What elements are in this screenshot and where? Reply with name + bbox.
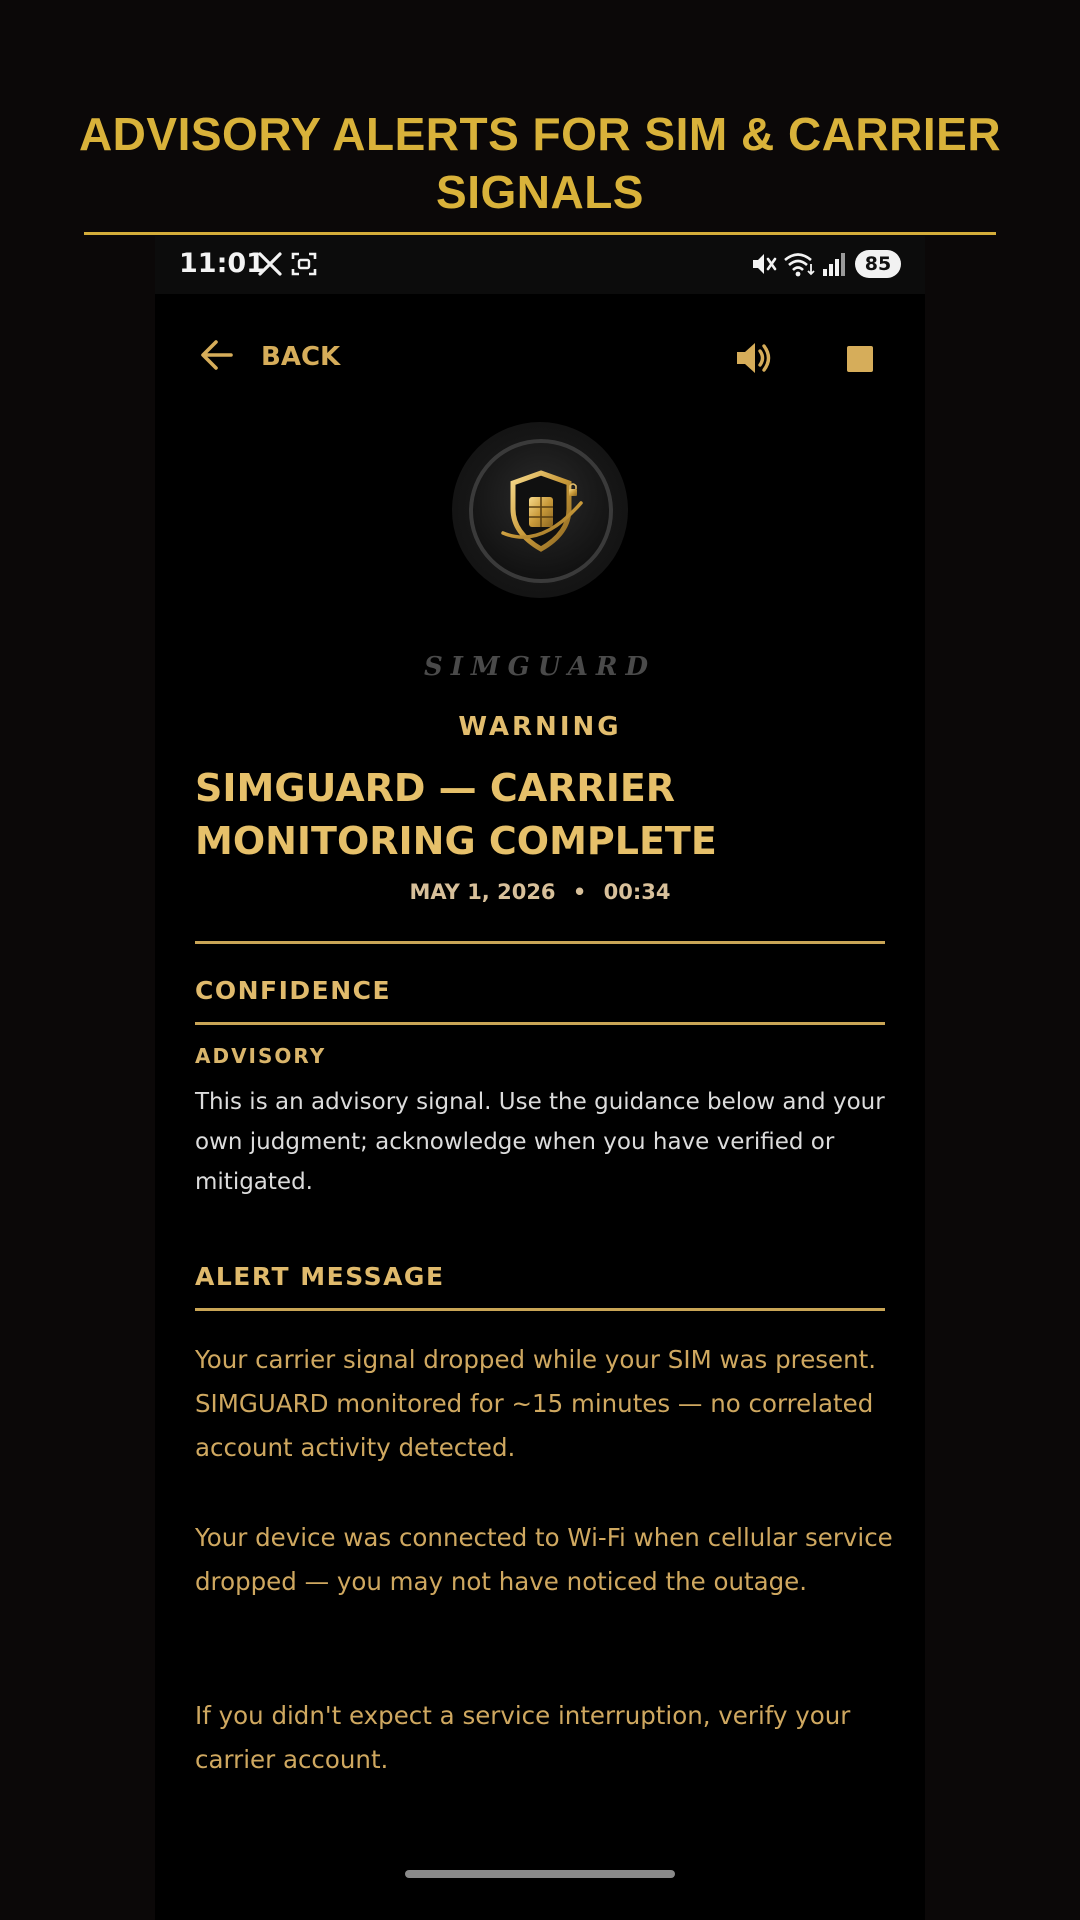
confidence-description: This is an advisory signal. Use the guid…	[195, 1089, 885, 1195]
cell-signal-icon	[821, 250, 847, 283]
speaker-icon	[733, 343, 775, 382]
confidence-level: ADVISORY	[195, 1044, 327, 1068]
alert-date: MAY 1, 2026	[409, 880, 556, 904]
alert-title: SIMGUARD — CARRIER MONITORING COMPLETE	[195, 766, 717, 863]
arrow-left-icon	[199, 338, 235, 377]
brand-name: SIMGUARD	[423, 652, 657, 682]
timestamp-separator: •	[572, 880, 587, 904]
back-button[interactable]: BACK	[199, 334, 340, 380]
message-paragraph: Your device was connected to Wi-Fi when …	[195, 1523, 893, 1596]
home-indicator[interactable]	[405, 1870, 675, 1878]
message-paragraph: Your carrier signal dropped while your S…	[195, 1345, 877, 1462]
back-label: BACK	[261, 342, 341, 372]
divider	[195, 1308, 885, 1311]
screen-record-icon	[290, 251, 318, 282]
status-time: 11:01	[179, 248, 265, 279]
status-bar: 11:01 85	[155, 236, 925, 294]
alert-message-heading: ALERT MESSAGE	[195, 1262, 445, 1291]
banner-title: ADVISORY ALERTS FOR SIM & CARRIER SIGNAL…	[78, 108, 1002, 218]
logo-ring	[469, 439, 613, 583]
divider	[195, 941, 885, 944]
phone-screen: 11:01 85 BACK SIMGUARD WARNING SIMGUARD …	[155, 236, 925, 1920]
battery-indicator: 85	[855, 250, 901, 278]
mute-icon	[749, 250, 777, 283]
confidence-heading: CONFIDENCE	[195, 976, 392, 1005]
wifi-icon	[783, 250, 817, 283]
app-toolbar: BACK	[155, 294, 925, 416]
stop-button[interactable]	[847, 346, 873, 372]
sim-shield-icon	[489, 459, 593, 568]
app-logo	[452, 422, 628, 598]
divider	[195, 1022, 885, 1025]
alert-timestamp: MAY 1, 2026 • 00:34	[155, 880, 925, 904]
message-paragraph: If you didn't expect a service interrupt…	[195, 1701, 851, 1774]
alert-time: 00:34	[603, 880, 671, 904]
banner-divider	[84, 232, 996, 235]
speaker-button[interactable]	[733, 338, 775, 383]
severity-label: WARNING	[458, 712, 622, 742]
x-logo-icon	[257, 251, 283, 282]
page: ADVISORY ALERTS FOR SIM & CARRIER SIGNAL…	[0, 0, 1080, 1920]
